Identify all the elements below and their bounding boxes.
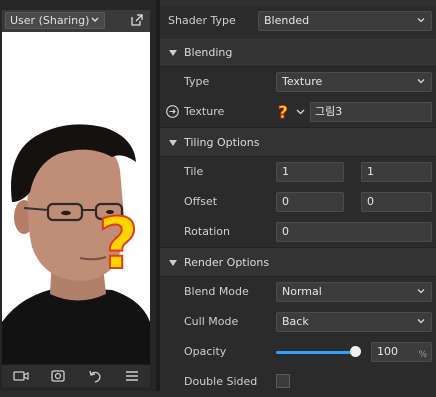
shader-type-label: Shader Type — [168, 14, 236, 27]
preview-panel: User (Sharing) ? — [0, 0, 156, 391]
collapse-triangle-icon — [169, 140, 177, 146]
tile-row: Tile 1 1 — [160, 157, 436, 187]
arrow-right-circle-icon[interactable] — [166, 105, 179, 118]
blend-type-dropdown[interactable]: Texture — [276, 72, 432, 92]
offset-y-input[interactable]: 0 — [361, 192, 432, 212]
rotation-value: 0 — [282, 225, 289, 238]
texture-name-value: 그림3 — [315, 105, 343, 118]
opacity-slider-knob[interactable] — [350, 346, 361, 357]
render-section-header[interactable]: Render Options — [160, 247, 436, 277]
menu-icon[interactable] — [124, 368, 140, 384]
opacity-label: Opacity — [184, 345, 227, 358]
blend-mode-row: Blend Mode Normal — [160, 277, 436, 307]
blend-mode-dropdown[interactable]: Normal — [276, 282, 432, 302]
shader-type-value: Blended — [264, 14, 310, 27]
cull-mode-dropdown[interactable]: Back — [276, 312, 432, 332]
rotation-label: Rotation — [184, 225, 231, 238]
shader-type-row: Shader Type Blended — [160, 6, 436, 36]
preview-frame: User (Sharing) ? — [2, 10, 150, 387]
offset-x-value: 0 — [282, 195, 289, 208]
opacity-unit: % — [418, 350, 427, 360]
offset-y-value: 0 — [367, 195, 374, 208]
double-sided-label: Double Sided — [184, 375, 258, 388]
tile-x-value: 1 — [282, 165, 289, 178]
blend-mode-label: Blend Mode — [184, 285, 249, 298]
blend-mode-value: Normal — [282, 285, 322, 298]
blend-type-row: Type Texture — [160, 67, 436, 97]
chevron-down-icon — [91, 14, 99, 29]
camera-icon[interactable] — [12, 368, 29, 384]
chevron-down-icon — [417, 79, 425, 84]
opacity-value: 100 — [377, 345, 398, 358]
tile-label: Tile — [184, 165, 204, 178]
blending-title: Blending — [184, 46, 233, 59]
double-sided-row: Double Sided — [160, 367, 436, 397]
opacity-slider-track[interactable] — [276, 351, 354, 354]
opacity-input[interactable]: 100 % — [371, 342, 432, 362]
tile-x-input[interactable]: 1 — [276, 162, 344, 182]
properties-panel: Shader Type Blended Blending Type Textur… — [160, 0, 436, 397]
blending-section-header[interactable]: Blending — [160, 37, 436, 67]
texture-picker-button[interactable]: ? — [276, 102, 310, 123]
user-select-value: User (Sharing) — [10, 14, 90, 27]
offset-row: Offset 0 0 — [160, 187, 436, 217]
cull-mode-value: Back — [282, 315, 309, 328]
popout-icon[interactable] — [130, 13, 144, 27]
texture-label: Texture — [184, 105, 225, 118]
collapse-triangle-icon — [169, 50, 177, 56]
double-sided-checkbox[interactable] — [276, 374, 290, 388]
camera-switch-icon[interactable] — [50, 368, 66, 384]
preview-toolbar — [2, 364, 150, 387]
tile-y-value: 1 — [367, 165, 374, 178]
offset-x-input[interactable]: 0 — [276, 192, 344, 212]
rotation-input[interactable]: 0 — [276, 222, 432, 242]
blend-type-label: Type — [184, 75, 210, 88]
chevron-down-icon — [417, 289, 425, 294]
shader-type-dropdown[interactable]: Blended — [258, 11, 432, 31]
cull-mode-label: Cull Mode — [184, 315, 239, 328]
texture-row: Texture ? 그림3 — [160, 97, 436, 127]
camera-preview-image: ? — [2, 32, 150, 368]
chevron-down-icon — [417, 18, 425, 23]
svg-text:?: ? — [98, 203, 139, 285]
tile-y-input[interactable]: 1 — [361, 162, 432, 182]
undo-icon[interactable] — [87, 368, 103, 384]
blend-type-value: Texture — [282, 75, 323, 88]
tiling-section-header[interactable]: Tiling Options — [160, 127, 436, 157]
chevron-down-icon — [417, 319, 425, 324]
rotation-row: Rotation 0 — [160, 217, 436, 247]
collapse-triangle-icon — [169, 260, 177, 266]
offset-label: Offset — [184, 195, 218, 208]
texture-name-field[interactable]: 그림3 — [310, 102, 432, 122]
preview-header: User (Sharing) — [2, 10, 150, 33]
tiling-title: Tiling Options — [184, 136, 260, 149]
svg-text:?: ? — [278, 103, 288, 122]
opacity-row: Opacity 100 % — [160, 337, 436, 367]
cull-mode-row: Cull Mode Back — [160, 307, 436, 337]
user-select-dropdown[interactable]: User (Sharing) — [5, 12, 105, 29]
render-title: Render Options — [184, 256, 270, 269]
